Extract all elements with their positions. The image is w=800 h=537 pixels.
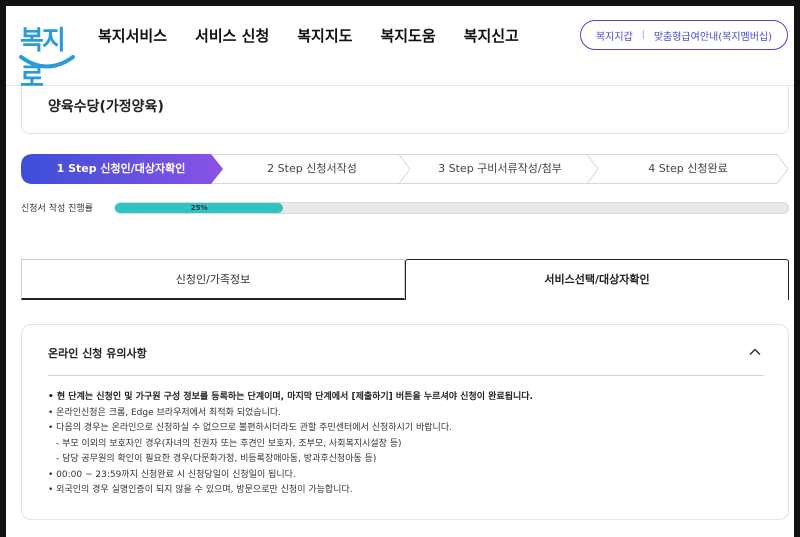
notice-line: • 온라인신청은 크롬, Edge 브라우저에서 최적화 되었습니다.	[48, 407, 282, 418]
notice-line: - 담당 공무원의 확인이 필요한 경우(다문화가정, 비등록장애아동, 방과후…	[56, 454, 377, 464]
notice-line: • 외국인의 경우 실명인증이 되지 않을 수 있으며, 방문으로만 신청이 가…	[48, 485, 353, 495]
progress-percent: 25%	[190, 204, 208, 212]
step-2[interactable]: 2 Step 신청서작성	[217, 154, 407, 184]
step-3[interactable]: 3 Step 구비서류작성/첨부	[405, 154, 595, 184]
notice-title: 온라인 신청 유의사항	[48, 347, 147, 360]
page-title: 양육수당(가정양육)	[48, 99, 164, 115]
util-links: 복지지갑 | 맞춤형급여안내(복지멤버십)	[580, 20, 788, 50]
nav-welfare-service[interactable]: 복지서비스	[98, 26, 167, 46]
notice-divider	[48, 375, 764, 376]
notice-line: - 부모 이외의 보호자인 경우(자녀의 친권자 또는 후견인 보호자, 조부모…	[56, 438, 402, 449]
browser-frame: 복지로 복지서비스 서비스 신청 복지지도 복지도움 복지신고 복지지갑 | 맞…	[6, 6, 794, 537]
chevron-up-icon[interactable]	[748, 345, 762, 359]
nav-service-apply[interactable]: 서비스 신청	[195, 26, 269, 46]
progress-row: 신청서 작성 진행률 25%	[21, 202, 789, 216]
logo[interactable]: 복지로	[16, 16, 80, 93]
progress-bar: 25%	[114, 202, 789, 214]
tab-service-select[interactable]: 서비스선택/대상자확인	[405, 259, 789, 300]
nav-welfare-report[interactable]: 복지신고	[464, 26, 519, 46]
step-indicator: 1 Step 신청인/대상자확인 2 Step 신청서작성 3 Step 구비서…	[21, 154, 789, 184]
notice-line: • 00:00 ~ 23:59까지 신청완료 시 신청당일이 신청일이 됩니다.	[48, 469, 296, 480]
nav-welfare-help[interactable]: 복지도움	[380, 26, 435, 46]
site-header: 복지로 복지서비스 서비스 신청 복지지도 복지도움 복지신고 복지지갑 | 맞…	[6, 6, 794, 93]
notice-line: • 다음의 경우는 온라인으로 신청하실 수 없으므로 불편하시더라도 관할 주…	[48, 423, 452, 433]
tab-applicant-family[interactable]: 신청인/가족정보	[21, 259, 405, 300]
service-title-box: 양육수당(가정양육)	[21, 86, 789, 134]
progress-label: 신청서 작성 진행률	[21, 204, 93, 214]
welfare-wallet-link[interactable]: 복지지갑	[596, 28, 633, 43]
form-tabs: 신청인/가족정보 서비스선택/대상자확인	[21, 259, 789, 300]
main-nav: 복지서비스 서비스 신청 복지지도 복지도움 복지신고	[98, 26, 547, 46]
step-1[interactable]: 1 Step 신청인/대상자확인	[21, 154, 221, 184]
util-separator: |	[641, 30, 645, 40]
logo-smile-icon	[19, 55, 75, 69]
membership-link[interactable]: 맞춤형급여안내(복지멤버십)	[654, 28, 772, 43]
nav-welfare-map[interactable]: 복지지도	[297, 26, 352, 46]
notice-body: • 현 단계는 신청인 및 가구원 구성 정보를 등록하는 단계이며, 마지막 …	[48, 390, 768, 499]
notice-line: • 현 단계는 신청인 및 가구원 구성 정보를 등록하는 단계이며, 마지막 …	[48, 392, 533, 402]
notice-panel: 온라인 신청 유의사항 • 현 단계는 신청인 및 가구원 구성 정보를 등록하…	[21, 324, 789, 520]
step-4[interactable]: 4 Step 신청완료	[593, 154, 783, 184]
